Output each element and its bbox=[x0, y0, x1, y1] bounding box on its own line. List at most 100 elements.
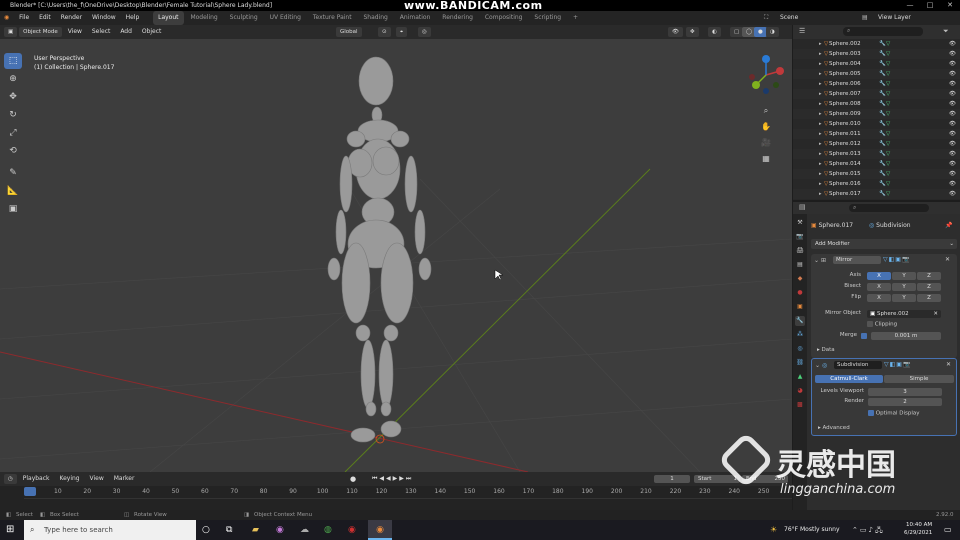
optimal-display-check-icon[interactable] bbox=[868, 410, 874, 416]
scene-tab-icon[interactable]: ◆ bbox=[795, 274, 805, 284]
notification-icon[interactable]: ▭ bbox=[944, 520, 952, 540]
viewport-menu-view[interactable]: View bbox=[64, 25, 86, 39]
modifier-display-toggles-icon[interactable]: ▽◧▣📷 bbox=[884, 361, 942, 369]
zoom-view-icon[interactable]: ⌕ bbox=[760, 104, 773, 117]
end-frame-field[interactable]: End 250 bbox=[742, 475, 788, 483]
pin-icon[interactable]: 📌 bbox=[945, 222, 952, 229]
gizmo-toggle-icon[interactable]: ✥ bbox=[686, 27, 699, 37]
add-workspace-button[interactable]: + bbox=[568, 11, 583, 25]
outliner-row[interactable]: ▸ ▽ Sphere.008 🔧 ▽ 👁 bbox=[793, 99, 960, 109]
clock-time[interactable]: 10:40 AM bbox=[906, 522, 932, 529]
menu-edit[interactable]: Edit bbox=[35, 11, 55, 25]
outliner-row[interactable]: ▸ ▽ Sphere.007 🔧 ▽ 👁 bbox=[793, 89, 960, 99]
expand-arrow-icon[interactable]: ▸ bbox=[819, 189, 822, 199]
tab-scripting[interactable]: Scripting bbox=[529, 11, 566, 25]
cortana-icon[interactable]: ○ bbox=[202, 520, 210, 540]
object-name[interactable]: Sphere.017 bbox=[819, 222, 854, 229]
expand-arrow-icon[interactable]: ▸ bbox=[819, 89, 822, 99]
outliner-row[interactable]: ▸ ▽ Sphere.015 🔧 ▽ 👁 bbox=[793, 169, 960, 179]
particles-tab-icon[interactable]: ⁂ bbox=[795, 330, 805, 340]
app-icon[interactable]: ☁ bbox=[300, 520, 309, 540]
modifier-icon[interactable]: 🔧 bbox=[879, 69, 886, 79]
mesh-data-icon[interactable]: ▽ bbox=[886, 79, 890, 89]
mirror-name-field[interactable]: Mirror bbox=[833, 256, 881, 264]
expand-arrow-icon[interactable]: ▸ bbox=[819, 59, 822, 69]
mesh-data-icon[interactable]: ▽ bbox=[886, 119, 890, 129]
modifier-icon[interactable]: 🔧 bbox=[879, 39, 886, 49]
visibility-eye-icon[interactable]: 👁 bbox=[949, 149, 956, 159]
transform-tool-icon[interactable]: ⟲ bbox=[4, 143, 22, 159]
simple-toggle[interactable]: Simple bbox=[884, 375, 954, 383]
filter-icon[interactable]: ⏷ bbox=[943, 27, 949, 36]
visibility-eye-icon[interactable]: 👁 bbox=[949, 179, 956, 189]
outliner-row[interactable]: ▸ ▽ Sphere.010 🔧 ▽ 👁 bbox=[793, 119, 960, 129]
menu-render[interactable]: Render bbox=[57, 11, 86, 25]
shading-material-icon[interactable]: ◑ bbox=[766, 27, 779, 37]
modifier-tab-icon[interactable]: 🔧 bbox=[795, 316, 805, 326]
viewport-menu-add[interactable]: Add bbox=[116, 25, 136, 39]
expand-arrow-icon[interactable]: ▸ bbox=[819, 109, 822, 119]
blender-logo-icon[interactable]: ◉ bbox=[0, 11, 13, 25]
tab-layout[interactable]: Layout bbox=[153, 11, 184, 25]
modifier-icon[interactable]: 🔧 bbox=[879, 149, 886, 159]
mesh-data-icon[interactable]: ▽ bbox=[886, 169, 890, 179]
menu-help[interactable]: Help bbox=[122, 11, 144, 25]
pivot-icon[interactable]: ⊙ bbox=[378, 27, 391, 37]
mirror-close-icon[interactable]: ✕ bbox=[945, 256, 950, 263]
tab-compositing[interactable]: Compositing bbox=[480, 11, 528, 25]
app-icon[interactable]: ◉ bbox=[276, 520, 284, 540]
object-mode-dropdown[interactable]: Object Mode bbox=[19, 26, 62, 37]
add-cube-tool-icon[interactable]: ▣ bbox=[4, 201, 22, 217]
visibility-eye-icon[interactable]: 👁 bbox=[949, 119, 956, 129]
mesh-data-icon[interactable]: ▽ bbox=[886, 149, 890, 159]
windows-start-icon[interactable]: ⊞ bbox=[6, 520, 14, 540]
merge-distance-field[interactable]: 0.001 m bbox=[871, 332, 941, 340]
bandicam-icon[interactable]: ◉ bbox=[348, 520, 356, 540]
outliner-row[interactable]: ▸ ▽ Sphere.006 🔧 ▽ 👁 bbox=[793, 79, 960, 89]
expand-arrow-icon[interactable]: ▸ bbox=[819, 119, 822, 129]
expand-arrow-icon[interactable]: ▸ bbox=[819, 149, 822, 159]
visibility-eye-icon[interactable]: 👁 bbox=[949, 39, 956, 49]
modifier-icon[interactable]: 🔧 bbox=[879, 119, 886, 129]
expand-arrow-icon[interactable]: ▸ bbox=[819, 169, 822, 179]
modifier-icon[interactable]: 🔧 bbox=[879, 79, 886, 89]
bisect-y-toggle[interactable]: Y bbox=[892, 283, 916, 291]
mesh-data-icon[interactable]: ▽ bbox=[886, 39, 890, 49]
properties-editor-icon[interactable]: ▤ bbox=[799, 203, 806, 211]
tab-rendering[interactable]: Rendering bbox=[437, 11, 478, 25]
mesh-data-icon[interactable]: ▽ bbox=[886, 69, 890, 79]
timeline-menu-playback[interactable]: Playback bbox=[19, 472, 54, 486]
data-subpanel[interactable]: ▸ Data bbox=[817, 347, 835, 353]
visibility-eye-icon[interactable]: 👁 bbox=[949, 189, 956, 199]
modifier-icon[interactable]: 🔧 bbox=[879, 179, 886, 189]
modifier-icon[interactable]: 🔧 bbox=[879, 99, 886, 109]
mesh-data-icon[interactable]: ▽ bbox=[886, 59, 890, 69]
axis-y-toggle[interactable]: Y bbox=[892, 272, 916, 280]
object-tab-icon[interactable]: ▣ bbox=[795, 302, 805, 312]
view-layer-tab-icon[interactable]: ▤ bbox=[795, 260, 805, 270]
expand-arrow-icon[interactable]: ▸ bbox=[819, 79, 822, 89]
modifier-icon[interactable]: 🔧 bbox=[879, 59, 886, 69]
modifier-icon[interactable]: 🔧 bbox=[879, 189, 886, 199]
visibility-eye-icon[interactable]: 👁 bbox=[949, 59, 956, 69]
modifier-icon[interactable]: 🔧 bbox=[879, 159, 886, 169]
tool-tab-icon[interactable]: ⚒ bbox=[795, 218, 805, 228]
axis-gizmo[interactable] bbox=[742, 51, 790, 99]
editor-type-icon[interactable]: ▣ bbox=[4, 26, 18, 37]
clear-field-icon[interactable]: ✕ bbox=[933, 310, 941, 318]
bisect-x-toggle[interactable]: X bbox=[867, 283, 891, 291]
view-layer-selector[interactable]: View Layer bbox=[878, 11, 911, 25]
proportional-edit-icon[interactable]: ◎ bbox=[418, 27, 431, 37]
axis-x-toggle[interactable]: X bbox=[867, 272, 891, 280]
playback-controls-icon[interactable]: ⏮◀◀▶▶⏭ bbox=[372, 472, 413, 486]
visibility-eye-icon[interactable]: 👁 bbox=[949, 79, 956, 89]
mesh-data-icon[interactable]: ▽ bbox=[886, 129, 890, 139]
outliner-editor-icon[interactable]: ☰ bbox=[799, 27, 805, 35]
mesh-data-icon[interactable]: ▽ bbox=[886, 109, 890, 119]
select-box-tool-icon[interactable]: ⬚ bbox=[4, 53, 22, 69]
flip-z-toggle[interactable]: Z bbox=[917, 294, 941, 302]
expand-arrow-icon[interactable]: ▸ bbox=[819, 159, 822, 169]
visibility-eye-icon[interactable]: 👁 bbox=[949, 159, 956, 169]
flip-x-toggle[interactable]: X bbox=[867, 294, 891, 302]
modifier-display-toggles-icon[interactable]: ▽◧▣📷 bbox=[883, 256, 941, 264]
